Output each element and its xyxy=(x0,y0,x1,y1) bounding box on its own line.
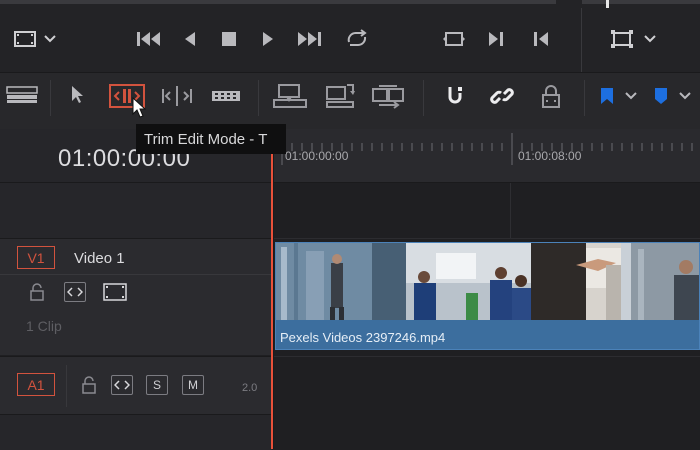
skip-back-icon[interactable] xyxy=(134,28,164,50)
empty-track-area xyxy=(274,183,700,238)
toolbar-separator xyxy=(581,8,582,72)
skip-forward-icon[interactable] xyxy=(294,28,324,50)
chevron-down-icon[interactable] xyxy=(43,32,57,46)
clip-thumbnails xyxy=(276,243,699,320)
marker-icon[interactable] xyxy=(652,86,670,106)
clip-label: Pexels Videos 2397246.mp4 xyxy=(280,330,446,345)
monitor-icon[interactable] xyxy=(12,28,38,50)
snapping-icon[interactable] xyxy=(442,83,468,109)
viewer-bottom-edge-right xyxy=(582,0,700,4)
overwrite-icon[interactable] xyxy=(323,82,357,110)
loop-icon[interactable] xyxy=(343,27,371,51)
replace-icon[interactable] xyxy=(370,82,406,110)
stop-icon[interactable] xyxy=(219,29,239,49)
insert-icon[interactable] xyxy=(272,82,308,110)
divider xyxy=(0,274,272,275)
mute-button[interactable]: M xyxy=(182,375,204,395)
toolbar-separator xyxy=(50,80,51,116)
clip-count: 1 Clip xyxy=(26,318,62,334)
audio-level: 2.0 xyxy=(242,382,258,394)
dynamic-trim-icon[interactable] xyxy=(160,84,194,108)
prev-edit-icon[interactable] xyxy=(531,28,551,50)
chevron-down-icon[interactable] xyxy=(678,90,692,102)
audio-track-area xyxy=(274,356,700,415)
video-clip[interactable]: Pexels Videos 2397246.mp4 xyxy=(275,242,700,350)
match-frame-icon[interactable] xyxy=(439,27,469,51)
viewer-position-mark xyxy=(606,0,609,8)
track-enable-icon[interactable] xyxy=(103,283,127,301)
ruler-label-start: 01:00:00:00 xyxy=(285,149,349,163)
lock-icon[interactable] xyxy=(81,376,97,394)
divider xyxy=(66,365,67,407)
auto-select-icon[interactable] xyxy=(111,375,133,395)
viewer-bottom-edge xyxy=(0,0,556,4)
toolbar-separator xyxy=(258,80,259,116)
auto-select-icon[interactable] xyxy=(64,282,86,302)
empty-track-area xyxy=(274,414,700,449)
toolbar-separator xyxy=(584,80,585,116)
tooltip: Trim Edit Mode - T xyxy=(136,124,286,154)
blade-icon[interactable] xyxy=(209,86,243,106)
pointer-icon[interactable] xyxy=(67,84,87,106)
flag-icon[interactable] xyxy=(598,86,616,106)
video-track-name[interactable]: Video 1 xyxy=(74,250,125,267)
viewer-frame-icon[interactable] xyxy=(608,27,636,51)
linked-selection-icon[interactable] xyxy=(488,83,516,109)
audio-track-header: A1 S M 2.0 xyxy=(0,356,272,415)
chevron-down-icon[interactable] xyxy=(624,90,638,102)
empty-track-header xyxy=(0,414,272,450)
position-lock-icon[interactable] xyxy=(538,83,564,109)
timeline-view-icon[interactable] xyxy=(5,84,39,106)
toolbar-separator xyxy=(423,80,424,116)
reverse-play-icon[interactable] xyxy=(180,28,200,50)
chevron-down-icon[interactable] xyxy=(643,32,657,46)
grid-line xyxy=(510,183,511,238)
empty-track-header xyxy=(0,183,272,238)
track-id-a1[interactable]: A1 xyxy=(17,373,55,396)
mouse-cursor-icon xyxy=(131,97,147,119)
playhead[interactable] xyxy=(271,140,273,449)
timeline-ruler[interactable]: 01:00:00:00 01:00:08:00 xyxy=(274,129,700,182)
lock-icon[interactable] xyxy=(29,283,45,301)
solo-button[interactable]: S xyxy=(146,375,168,395)
play-icon[interactable] xyxy=(258,28,278,50)
video-track-header: V1 Video 1 1 Clip xyxy=(0,238,272,355)
track-id-v1[interactable]: V1 xyxy=(17,246,55,269)
next-edit-icon[interactable] xyxy=(486,28,506,50)
ruler-label-8s: 01:00:08:00 xyxy=(518,149,582,163)
